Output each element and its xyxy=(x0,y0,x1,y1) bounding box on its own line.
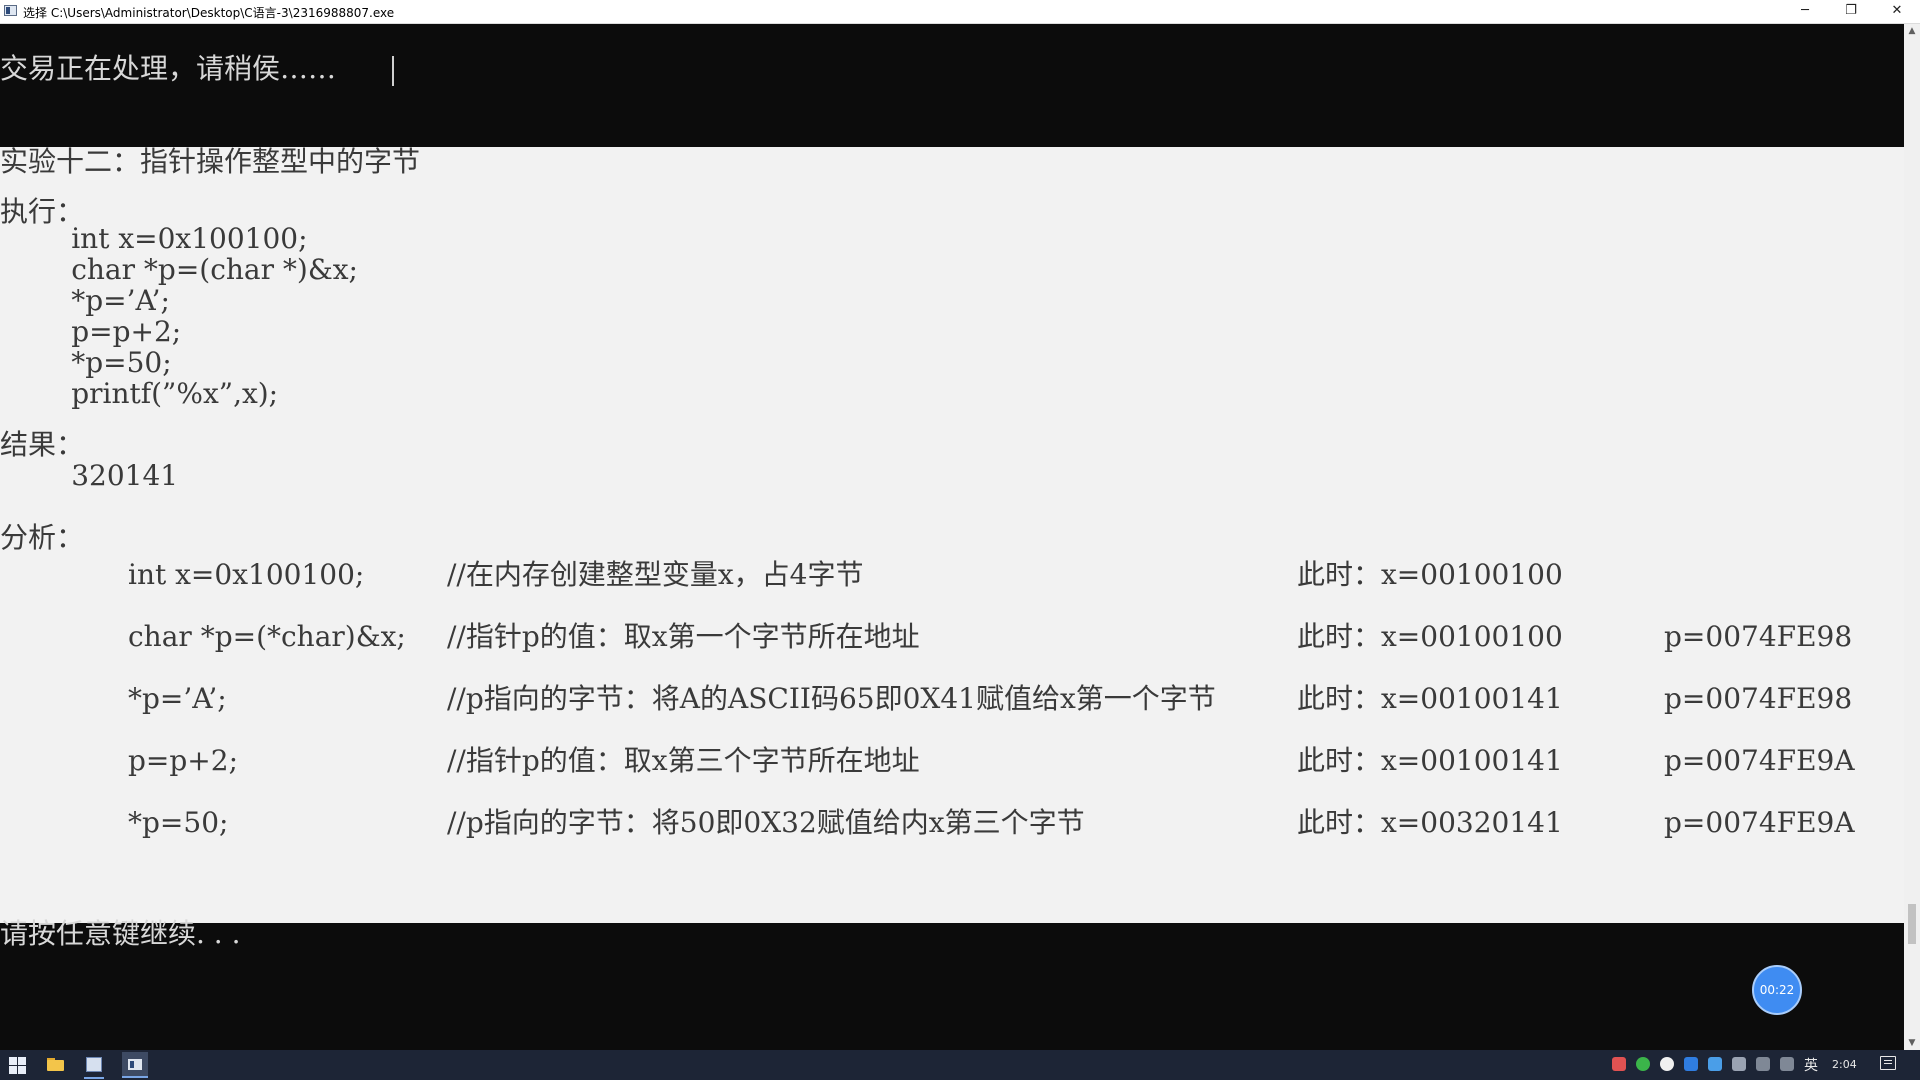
analysis-code: char *p=(*char)&x; xyxy=(128,620,406,653)
analysis-state-x: 此时：x=00100141 xyxy=(1297,682,1563,715)
console-app-icon xyxy=(4,5,17,16)
scroll-up-arrow-icon[interactable]: ▲ xyxy=(1904,24,1920,38)
processing-message: 交易正在处理，请稍侯…… xyxy=(0,52,337,85)
taskbar: 英 2:04 xyxy=(0,1050,1920,1080)
analysis-code: p=p+2; xyxy=(128,744,239,777)
notification-center-icon[interactable] xyxy=(1880,1056,1896,1070)
code-line: *p=’A’; xyxy=(0,284,170,317)
close-button[interactable]: ✕ xyxy=(1874,0,1920,23)
analysis-state-p: p=0074FE98 xyxy=(1664,620,1853,653)
file-explorer-icon[interactable] xyxy=(46,1055,66,1075)
code-line: char *p=(char *)&x; xyxy=(0,253,358,286)
scroll-down-arrow-icon[interactable]: ▼ xyxy=(1904,1036,1920,1050)
minimize-button[interactable]: ─ xyxy=(1782,0,1828,23)
tray-app-icon[interactable] xyxy=(1708,1057,1722,1071)
analysis-label: 分析： xyxy=(0,521,85,554)
vertical-scrollbar[interactable]: ▲ ▼ xyxy=(1904,24,1920,1050)
analysis-state-x: 此时：x=00320141 xyxy=(1297,806,1563,839)
analysis-state-x: 此时：x=00100100 xyxy=(1297,620,1563,653)
analysis-state-x: 此时：x=00100100 xyxy=(1297,558,1563,591)
analysis-state-p: p=0074FE98 xyxy=(1664,682,1853,715)
input-language-indicator[interactable]: 英 xyxy=(1804,1055,1818,1075)
experiment-panel: 实验十二：指针操作整型中的字节 执行： int x=0x100100; char… xyxy=(0,147,1904,923)
analysis-comment: //在内存创建整型变量x，占4字节 xyxy=(447,558,864,591)
windows-start-icon[interactable] xyxy=(8,1055,28,1075)
console-output[interactable]: 交易正在处理，请稍侯…… 实验十二：指针操作整型中的字节 执行： int x=0… xyxy=(0,24,1904,1050)
app-window-icon[interactable] xyxy=(84,1055,104,1079)
analysis-comment: //p指向的字节：将50即0X32赋值给内x第三个字节 xyxy=(447,806,1085,839)
analysis-comment: //p指向的字节：将A的ASCII码65即0X41赋值给x第一个字节 xyxy=(447,682,1216,715)
pause-prompt: 请按任意键继续. . . xyxy=(0,917,241,950)
text-cursor xyxy=(392,56,394,86)
code-line: int x=0x100100; xyxy=(0,222,308,255)
analysis-code: *p=50; xyxy=(128,806,229,839)
bluetooth-icon[interactable] xyxy=(1684,1057,1698,1071)
window-title: 选择 C:\Users\Administrator\Desktop\C语言-3\… xyxy=(23,6,395,20)
analysis-code: *p=’A’; xyxy=(128,682,227,715)
result-label: 结果： xyxy=(0,428,85,461)
experiment-title: 实验十二：指针操作整型中的字节 xyxy=(0,145,421,178)
analysis-state-p: p=0074FE9A xyxy=(1664,744,1855,777)
code-line: *p=50; xyxy=(0,346,172,379)
volume-muted-icon[interactable] xyxy=(1780,1057,1794,1071)
result-value: 320141 xyxy=(0,459,179,492)
console-window-icon[interactable] xyxy=(122,1052,148,1078)
taskbar-clock[interactable]: 2:04 xyxy=(1832,1058,1857,1071)
wechat-icon[interactable] xyxy=(1636,1057,1650,1071)
restore-button[interactable]: ❐ xyxy=(1828,0,1874,23)
qq-icon[interactable] xyxy=(1660,1057,1674,1071)
analysis-state-x: 此时：x=00100141 xyxy=(1297,744,1563,777)
analysis-code: int x=0x100100; xyxy=(128,558,365,591)
network-icon[interactable] xyxy=(1756,1057,1770,1071)
window-titlebar[interactable]: 选择 C:\Users\Administrator\Desktop\C语言-3\… xyxy=(0,0,1920,24)
code-line: printf(”%x”,x); xyxy=(0,377,279,410)
analysis-comment: //指针p的值：取x第一个字节所在地址 xyxy=(447,620,920,653)
keyboard-icon[interactable] xyxy=(1732,1057,1746,1071)
analysis-state-p: p=0074FE9A xyxy=(1664,806,1855,839)
analysis-comment: //指针p的值：取x第三个字节所在地址 xyxy=(447,744,920,777)
recording-timer-badge[interactable]: 00:22 xyxy=(1752,965,1802,1015)
tray-app-icon[interactable] xyxy=(1612,1057,1626,1071)
scrollbar-thumb[interactable] xyxy=(1908,904,1916,944)
code-line: p=p+2; xyxy=(0,315,182,348)
